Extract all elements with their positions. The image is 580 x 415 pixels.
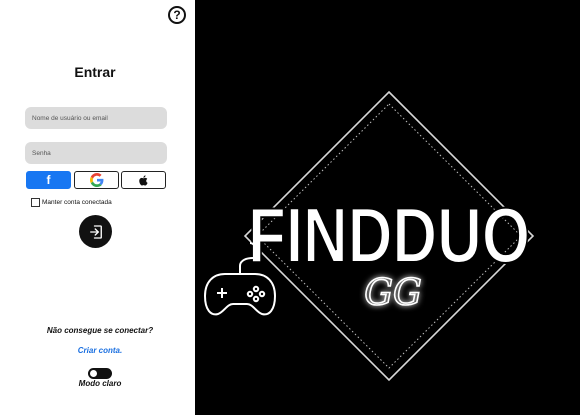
apple-icon: [138, 174, 148, 186]
create-account-link[interactable]: Criar conta.: [0, 346, 200, 355]
cant-connect-text: Não consegue se conectar?: [46, 326, 154, 335]
logo-main-text: FINDDUO: [248, 191, 530, 279]
login-arrow-icon: [89, 224, 102, 239]
google-login-button[interactable]: [74, 171, 119, 189]
google-icon: [89, 173, 103, 187]
logo-sub-text: GG: [364, 273, 422, 314]
username-email-input[interactable]: [25, 107, 167, 129]
apple-login-button[interactable]: [121, 171, 166, 189]
theme-toggle[interactable]: [88, 368, 112, 379]
findduo-logo: FINDDUO GG: [204, 90, 535, 382]
brand-panel: FINDDUO GG: [195, 0, 580, 415]
login-panel: ? Entrar f Manter conta conectada Não co…: [0, 0, 195, 415]
toggle-knob: [90, 370, 97, 377]
password-input[interactable]: [25, 142, 167, 164]
keep-connected-row: Manter conta conectada: [31, 198, 112, 207]
facebook-login-button[interactable]: f: [26, 171, 71, 189]
theme-mode-label: Modo claro: [78, 379, 122, 388]
login-submit-button[interactable]: [79, 215, 112, 248]
keep-connected-label: Manter conta conectada: [42, 199, 112, 206]
help-icon[interactable]: ?: [168, 6, 186, 24]
page-title: Entrar: [74, 64, 116, 80]
keep-connected-checkbox[interactable]: [31, 198, 40, 207]
facebook-icon: f: [46, 173, 51, 187]
